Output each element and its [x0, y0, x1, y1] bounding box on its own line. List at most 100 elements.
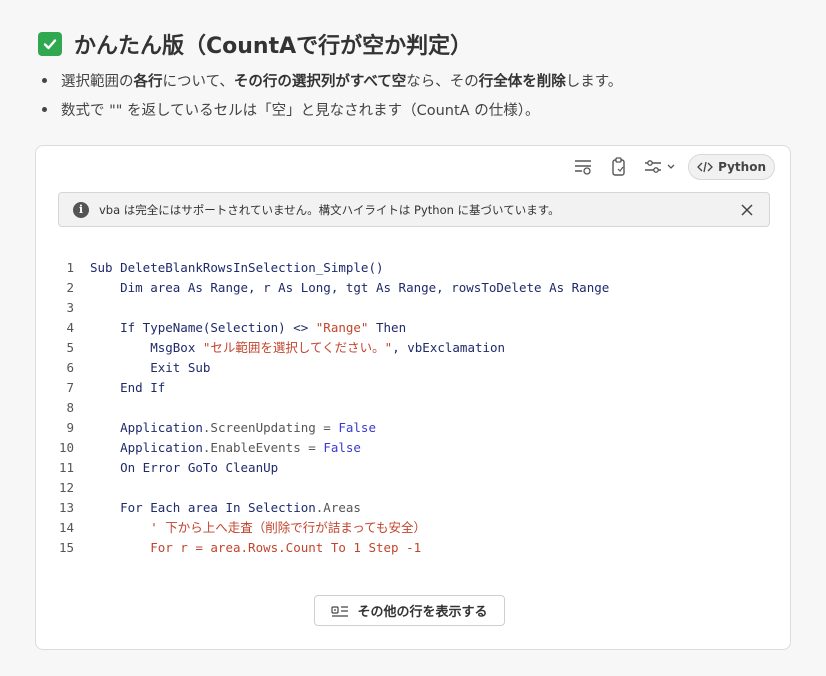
code-line: 1 Sub DeleteBlankRowsInSelection_Simple()	[36, 258, 790, 278]
code-text: Sub DeleteBlankRowsInSelection_Simple()	[74, 258, 384, 278]
code-token: "セル範囲を選択してください。"	[202, 340, 393, 355]
code-line: 4 If TypeName(Selection) <> "Range" Then	[36, 318, 790, 338]
bullet-text-part: 数式で "" を返しているセルは「空」と見なされます（CountA の仕様）。	[61, 103, 540, 119]
line-number: 14	[58, 520, 74, 535]
code-text: For Each area In Selection.Areas	[74, 498, 361, 518]
show-more-label: その他の行を表示する	[357, 605, 488, 620]
code-lines: 1 Sub DeleteBlankRowsInSelection_Simple()…	[36, 258, 790, 558]
code-text: Application.ScreenUpdating = False	[74, 418, 376, 438]
code-text: ' 下から上へ走査（削除で行が詰まっても安全）	[74, 518, 426, 538]
code-text: End If	[74, 378, 165, 398]
bullet-item: 選択範囲の各行について、その行の選択列がすべて空なら、その行全体を削除します。	[40, 66, 622, 95]
line-number: 15	[58, 540, 74, 555]
code-token: Application	[90, 420, 203, 435]
bullet-dot	[42, 107, 47, 112]
close-icon[interactable]	[739, 202, 755, 218]
code-line: 3	[36, 298, 790, 318]
code-text: Application.EnableEvents = False	[74, 438, 361, 458]
code-block: Python i vba は完全にはサポートされていません。構文ハイライトは P…	[35, 145, 791, 650]
code-text: Exit Sub	[74, 358, 210, 378]
code-text: On Error GoTo CleanUp	[74, 458, 278, 478]
code-token: For r = area.Rows.Count To 1 Step -1	[90, 540, 422, 555]
line-number: 10	[58, 440, 74, 455]
info-icon: i	[73, 201, 89, 218]
code-toolbar: Python	[570, 154, 775, 180]
code-line: 8	[36, 398, 790, 418]
check-box-icon	[38, 32, 62, 56]
line-number: 6	[66, 360, 74, 375]
code-token: Sub DeleteBlankRowsInSelection_Simple()	[90, 260, 384, 275]
code-token: Application	[90, 440, 203, 455]
code-token: False	[323, 440, 361, 455]
line-number: 13	[58, 500, 74, 515]
code-line: 9 Application.ScreenUpdating = False	[36, 418, 790, 438]
language-label: Python	[718, 160, 766, 174]
code-token: If TypeName(Selection) <>	[90, 320, 316, 335]
code-token: MsgBox	[90, 340, 203, 355]
code-token: Then	[368, 320, 407, 335]
code-line: 12	[36, 478, 790, 498]
notice-text: vba は完全にはサポートされていません。構文ハイライトは Python に基づ…	[99, 202, 560, 217]
code-token: .Areas	[315, 500, 361, 515]
bullet-emphasis: 行全体を削除	[478, 74, 566, 90]
line-number: 9	[66, 420, 74, 435]
bullet-emphasis: 各行	[133, 74, 163, 90]
show-more-lines-button[interactable]: その他の行を表示する	[314, 595, 505, 626]
section-heading: かんたん版（CountAで行が空か判定）	[38, 28, 472, 60]
line-number: 4	[66, 320, 74, 335]
code-line: 5 MsgBox "セル範囲を選択してください。", vbExclamation	[36, 338, 790, 358]
code-token: , vbExclamation	[392, 340, 506, 355]
bullet-text-part: について、	[162, 74, 234, 90]
code-text: MsgBox "セル範囲を選択してください。", vbExclamation	[74, 338, 505, 358]
line-number: 7	[66, 380, 74, 395]
code-token: ' 下から上へ走査（削除で行が詰まっても安全）	[90, 520, 427, 535]
code-token: End If	[90, 380, 166, 395]
bullet-dot	[42, 78, 47, 83]
bullet-emphasis: その行の選択列がすべて空	[233, 74, 407, 90]
code-line: 7 End If	[36, 378, 790, 398]
line-number: 2	[66, 280, 74, 295]
bullet-text-part: なら、その	[406, 74, 479, 90]
code-token: For Each area In Selection	[90, 500, 316, 515]
line-number: 8	[66, 400, 74, 415]
language-selector[interactable]: Python	[688, 154, 775, 180]
code-token: .ScreenUpdating =	[202, 420, 339, 435]
code-text: Dim area As Range, r As Long, tgt As Ran…	[74, 278, 609, 298]
line-number: 5	[66, 340, 74, 355]
code-token: On Error GoTo CleanUp	[90, 460, 279, 475]
code-text: For r = area.Rows.Count To 1 Step -1	[74, 538, 421, 558]
bullet-text: 数式で "" を返しているセルは「空」と見なされます（CountA の仕様）。	[61, 99, 539, 120]
code-line: 2 Dim area As Range, r As Long, tgt As R…	[36, 278, 790, 298]
bullet-text-part: 選択範囲の	[61, 74, 134, 90]
settings-sliders-icon[interactable]	[642, 154, 678, 180]
code-text: If TypeName(Selection) <> "Range" Then	[74, 318, 406, 338]
code-token: "Range"	[315, 320, 369, 335]
unsupported-language-notice: i vba は完全にはサポートされていません。構文ハイライトは Python に…	[58, 192, 770, 227]
line-number: 3	[66, 300, 74, 315]
code-line: 10 Application.EnableEvents = False	[36, 438, 790, 458]
line-number: 11	[58, 460, 74, 475]
code-icon	[697, 161, 714, 173]
code-line: 11 On Error GoTo CleanUp	[36, 458, 790, 478]
expand-lines-icon	[331, 605, 349, 617]
code-token: Dim area As Range, r As Long, tgt As Ran…	[90, 280, 610, 295]
code-line: 15 For r = area.Rows.Count To 1 Step -1	[36, 538, 790, 558]
bullet-list: 選択範囲の各行について、その行の選択列がすべて空なら、その行全体を削除します。数…	[40, 66, 622, 124]
code-token: .EnableEvents =	[202, 440, 324, 455]
line-number: 1	[66, 260, 74, 275]
line-number: 12	[58, 480, 74, 495]
bullet-text-part: します。	[565, 74, 623, 90]
bullet-text: 選択範囲の各行について、その行の選択列がすべて空なら、その行全体を削除します。	[61, 70, 622, 91]
code-line: 14 ' 下から上へ走査（削除で行が詰まっても安全）	[36, 518, 790, 538]
code-line: 6 Exit Sub	[36, 358, 790, 378]
copy-clipboard-icon[interactable]	[606, 154, 632, 180]
code-token: False	[338, 420, 376, 435]
code-token: Exit Sub	[90, 360, 211, 375]
heading-title: かんたん版（CountAで行が空か判定）	[74, 34, 473, 59]
code-line: 13 For Each area In Selection.Areas	[36, 498, 790, 518]
bullet-item: 数式で "" を返しているセルは「空」と見なされます（CountA の仕様）。	[40, 95, 622, 124]
wrap-text-icon[interactable]	[570, 154, 596, 180]
